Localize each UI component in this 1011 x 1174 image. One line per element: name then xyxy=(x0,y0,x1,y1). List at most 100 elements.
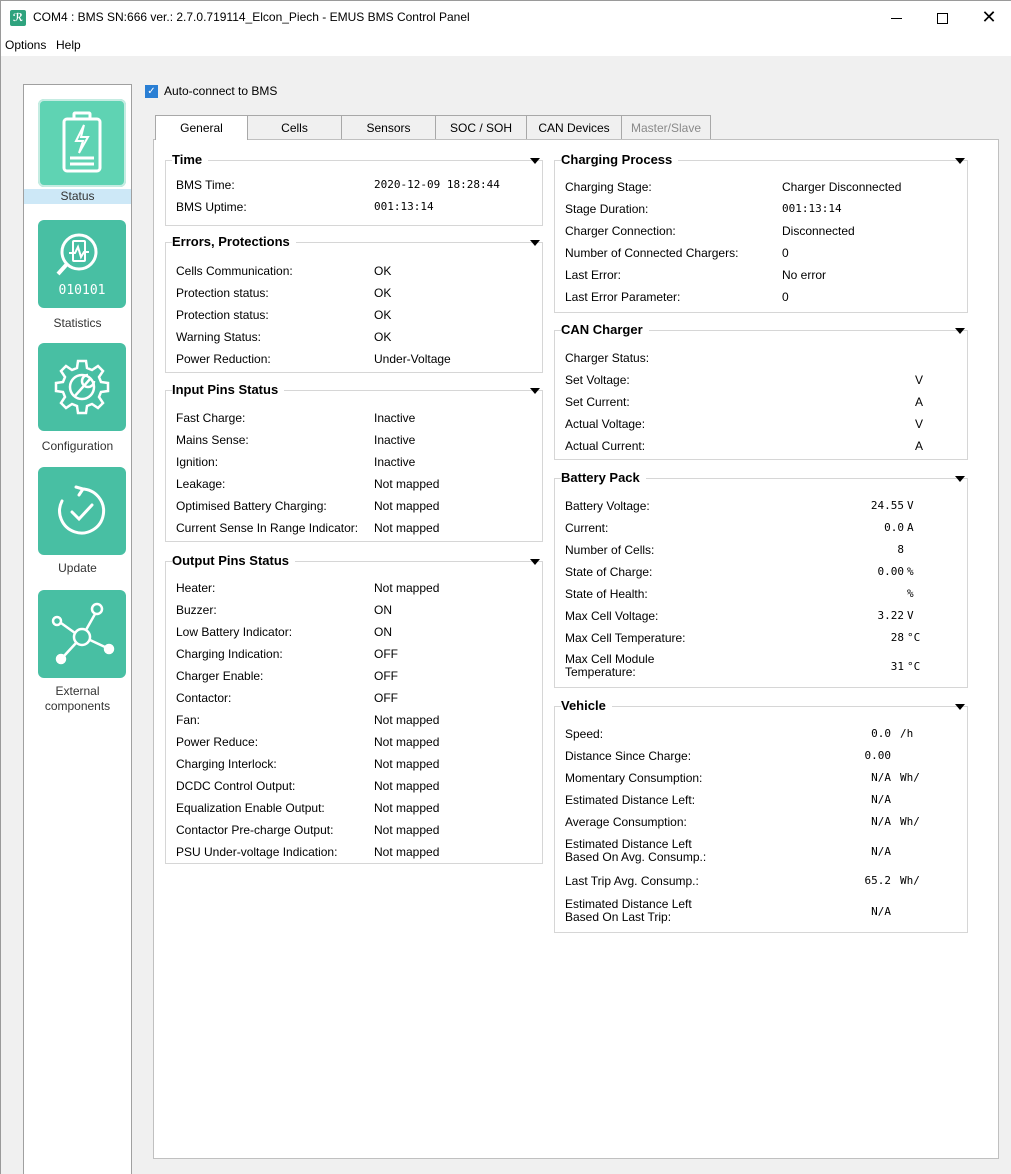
row-label: Charger Connection: xyxy=(565,224,676,238)
row-value: N/A xyxy=(871,771,891,784)
row-label: Current: xyxy=(565,521,609,535)
tab-general[interactable]: General xyxy=(155,115,248,140)
info-row: Current: 0.0 A xyxy=(565,518,961,538)
row-label: Actual Voltage: xyxy=(565,417,646,431)
maximize-button[interactable] xyxy=(919,1,965,35)
row-label: Charger Enable: xyxy=(176,669,264,683)
row-label: Mains Sense: xyxy=(176,433,249,447)
tab-sensors[interactable]: Sensors xyxy=(341,115,436,139)
row-value: 0.0 xyxy=(871,727,891,740)
row-label: Distance Since Charge: xyxy=(565,749,692,763)
collapse-arrow-icon[interactable] xyxy=(530,388,540,394)
collapse-arrow-icon[interactable] xyxy=(955,328,965,334)
row-value: Charger Disconnected xyxy=(782,180,902,194)
info-row: Heater: Not mapped xyxy=(176,578,536,598)
menu-options[interactable]: Options xyxy=(5,38,46,52)
minimize-button[interactable] xyxy=(873,1,919,35)
row-value: Not mapped xyxy=(374,521,440,535)
close-button[interactable]: ✕ xyxy=(966,1,1011,35)
row-label: Fast Charge: xyxy=(176,411,246,425)
info-row: Power Reduction: Under-Voltage xyxy=(176,349,536,369)
sidebar-item-label: Configuration xyxy=(41,439,114,453)
row-value: 2020-12-09 18:28:44 xyxy=(374,178,500,191)
row-unit: A xyxy=(915,439,924,453)
row-value: ON xyxy=(374,625,392,639)
row-unit: V xyxy=(907,609,914,622)
row-value: OFF xyxy=(374,647,398,661)
collapse-arrow-icon[interactable] xyxy=(530,559,540,565)
sidebar-item-statistics[interactable]: 010101 Statistics xyxy=(24,220,131,340)
row-value: Not mapped xyxy=(374,823,440,837)
row-label: Last Trip Avg. Consump.: xyxy=(565,874,699,888)
row-value: 0 xyxy=(782,246,789,260)
row-value: 31 xyxy=(890,660,904,673)
row-label: Estimated Distance Left Based On Avg. Con… xyxy=(565,838,706,864)
row-label: Estimated Distance Left: xyxy=(565,793,696,807)
row-label-line2: Based On Last Trip: xyxy=(565,910,672,924)
collapse-arrow-icon[interactable] xyxy=(530,240,540,246)
tab-cells[interactable]: Cells xyxy=(247,115,342,139)
info-row: Buzzer: ON xyxy=(176,600,536,620)
row-label-line1: Max Cell Module xyxy=(565,652,655,666)
row-value: Not mapped xyxy=(374,499,440,513)
group-title: Time xyxy=(172,152,209,168)
info-row: Max Cell Temperature: 28 °C xyxy=(565,628,961,648)
sidebar-item-external-components[interactable]: External components xyxy=(24,590,131,730)
info-row: Charging Stage: Charger Disconnected xyxy=(565,177,961,197)
collapse-arrow-icon[interactable] xyxy=(530,158,540,164)
sidebar-item-label: Status xyxy=(24,189,131,204)
info-row: Max Cell Module Temperature: 31 °C xyxy=(565,653,961,679)
checkmark-icon: ✓ xyxy=(145,84,158,98)
group-charging-process: Charging Process Charging Stage: Charger … xyxy=(554,152,968,313)
title-bar[interactable]: ℛ COM4 : BMS SN:666 ver.: 2.7.0.719114_E… xyxy=(0,0,1011,34)
row-value: Disconnected xyxy=(782,224,855,238)
close-icon: ✕ xyxy=(981,7,997,28)
row-value: 001:13:14 xyxy=(782,202,842,215)
row-label: State of Health: xyxy=(565,587,648,601)
row-value: 0.0 xyxy=(884,521,904,534)
info-row: Charger Connection: Disconnected xyxy=(565,221,961,241)
row-label: Max Cell Temperature: xyxy=(565,631,686,645)
row-value: 0.00 xyxy=(877,565,905,578)
row-value: 0.00 xyxy=(864,749,892,762)
row-label: State of Charge: xyxy=(565,565,653,579)
collapse-arrow-icon[interactable] xyxy=(955,704,965,710)
row-value: 3.22 xyxy=(877,609,905,622)
autoconnect-checkbox[interactable]: ✓ Auto-connect to BMS xyxy=(145,84,277,98)
collapse-arrow-icon[interactable] xyxy=(955,158,965,164)
tab-can-devices[interactable]: CAN Devices xyxy=(526,115,622,139)
row-label: Charging Interlock: xyxy=(176,757,277,771)
row-label: Contactor: xyxy=(176,691,232,705)
row-value: Not mapped xyxy=(374,735,440,749)
row-unit: % xyxy=(907,587,914,600)
info-row: Charging Indication: OFF xyxy=(176,644,536,664)
info-row: Estimated Distance Left Based On Avg. Con… xyxy=(565,838,961,864)
row-value: Inactive xyxy=(374,411,416,425)
row-value: ON xyxy=(374,603,392,617)
info-row: State of Health:% xyxy=(565,584,961,604)
tab-master-slave: Master/Slave xyxy=(621,115,711,139)
info-row: Average Consumption: N/A Wh/ xyxy=(565,812,961,832)
row-label: Stage Duration: xyxy=(565,202,649,216)
row-label: Fan: xyxy=(176,713,201,727)
row-unit: V xyxy=(915,417,924,431)
info-row: Charger Enable: OFF xyxy=(176,666,536,686)
tab-soc-soh[interactable]: SOC / SOH xyxy=(435,115,527,139)
row-value: 8 xyxy=(897,543,904,556)
collapse-arrow-icon[interactable] xyxy=(955,476,965,482)
menu-help[interactable]: Help xyxy=(56,38,81,52)
info-row: Charging Interlock: Not mapped xyxy=(176,754,536,774)
sidebar-item-configuration[interactable]: Configuration xyxy=(24,343,131,463)
info-row: Protection status: OK xyxy=(176,305,536,325)
sidebar-item-status[interactable]: Status xyxy=(24,85,131,205)
row-label: Low Battery Indicator: xyxy=(176,625,293,639)
row-label: Power Reduce: xyxy=(176,735,259,749)
sidebar-item-update[interactable]: Update xyxy=(24,467,131,587)
battery-bolt-icon xyxy=(38,99,126,187)
info-row: Fast Charge: Inactive xyxy=(176,408,536,428)
row-value: Not mapped xyxy=(374,477,440,491)
row-unit: A xyxy=(907,521,914,534)
row-unit: Wh/ xyxy=(900,874,920,887)
row-label: Equalization Enable Output: xyxy=(176,801,325,815)
info-row: Mains Sense: Inactive xyxy=(176,430,536,450)
